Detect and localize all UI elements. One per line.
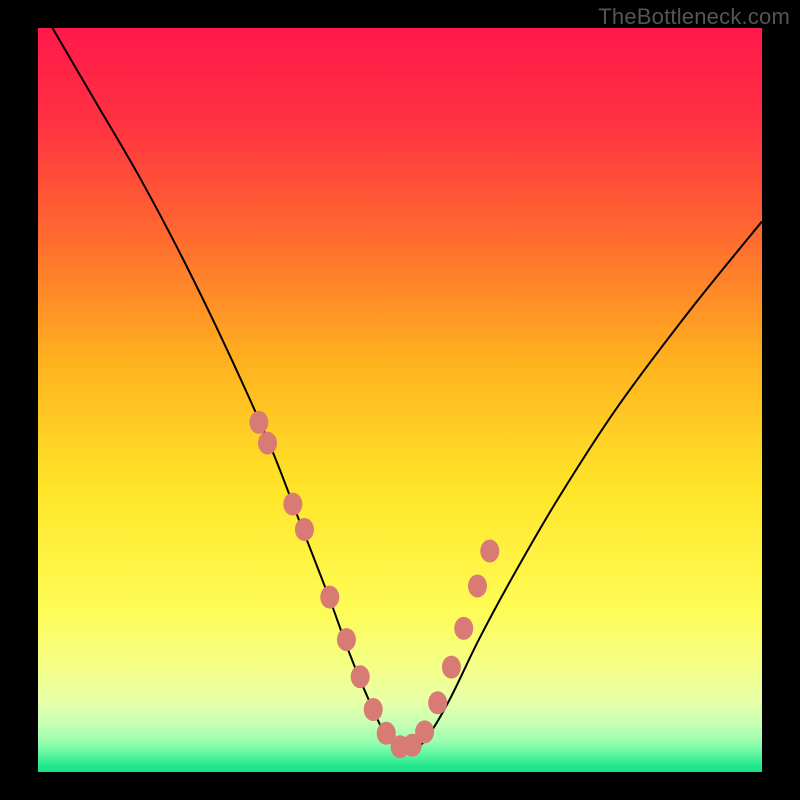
curve-dot <box>351 665 370 688</box>
gradient-background <box>38 28 762 772</box>
curve-dot <box>480 540 499 563</box>
curve-dot <box>364 698 383 721</box>
curve-dot <box>428 691 447 714</box>
plot-area <box>38 28 762 772</box>
curve-dot <box>320 586 339 609</box>
curve-dot <box>337 628 356 651</box>
curve-dot <box>283 493 302 516</box>
curve-dot <box>295 518 314 541</box>
watermark-text: TheBottleneck.com <box>598 4 790 30</box>
curve-dot <box>258 432 277 455</box>
curve-dot <box>468 575 487 598</box>
curve-dot <box>442 656 461 679</box>
chart-svg <box>38 28 762 772</box>
curve-dot <box>454 617 473 640</box>
chart-stage: TheBottleneck.com <box>0 0 800 800</box>
curve-dot <box>415 720 434 743</box>
curve-dot <box>249 411 268 434</box>
